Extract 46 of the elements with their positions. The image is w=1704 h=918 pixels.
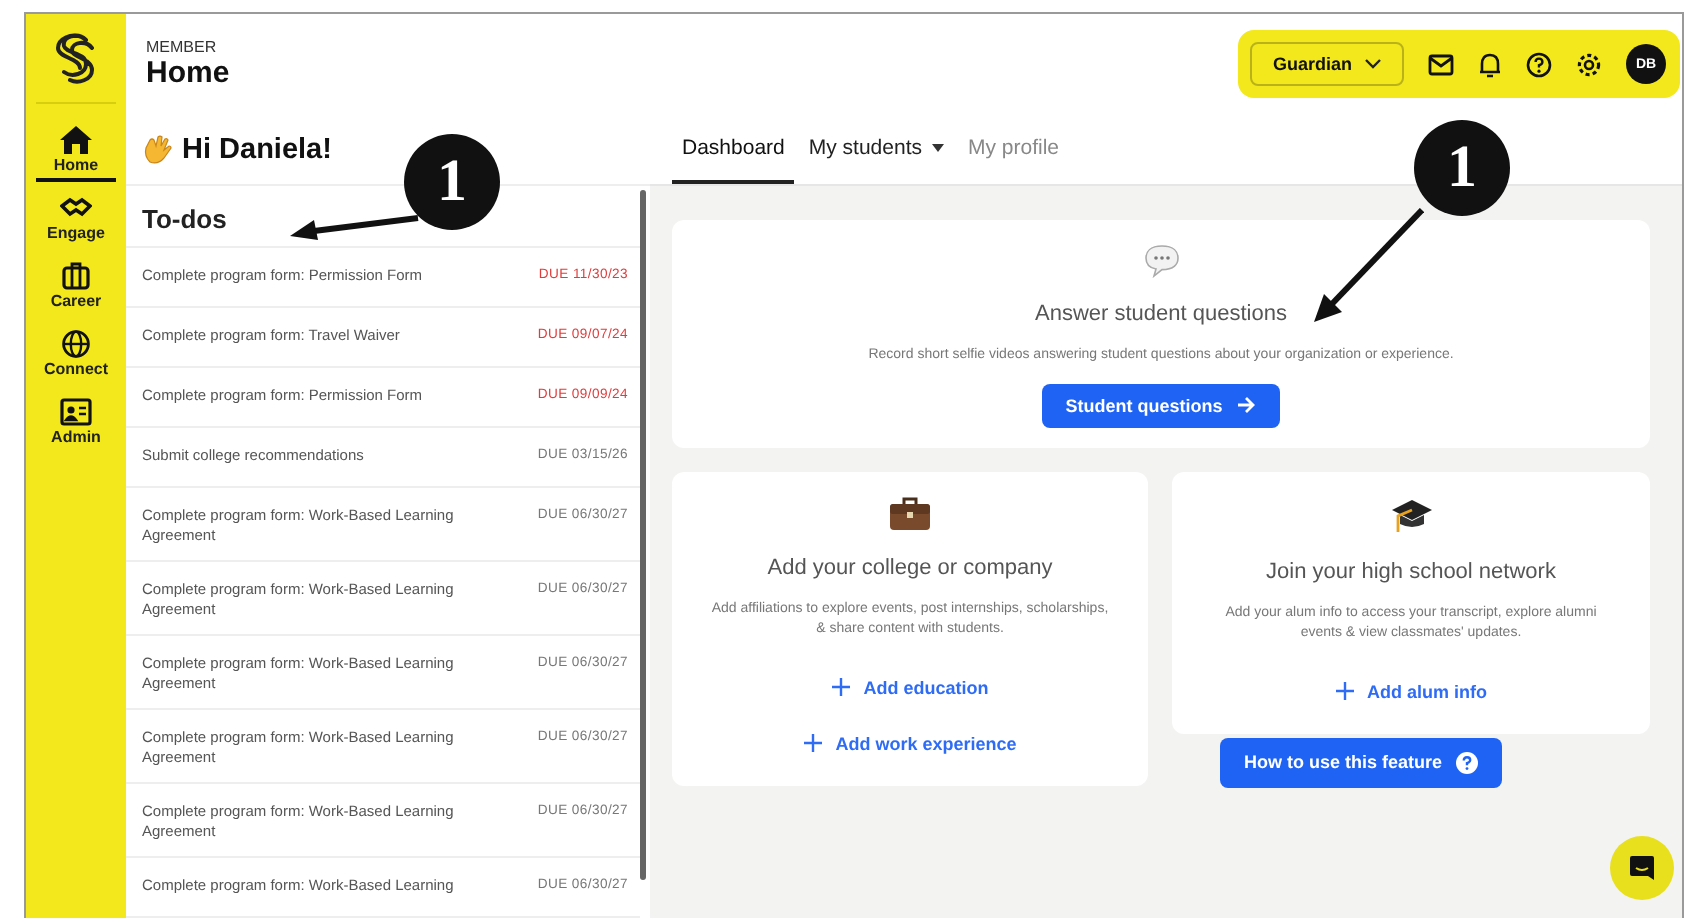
- mail-icon[interactable]: [1428, 53, 1454, 75]
- house-icon: [60, 126, 92, 154]
- add-link[interactable]: Add work experience: [803, 733, 1017, 753]
- settings-icon[interactable]: [1576, 51, 1602, 77]
- student-questions-button[interactable]: Student questions: [1041, 383, 1281, 427]
- caret-icon: [931, 144, 944, 152]
- add-link[interactable]: Add alum info: [1335, 681, 1487, 701]
- greeting-text: Hi Daniela!: [182, 133, 332, 165]
- handshake-icon: [60, 194, 92, 222]
- plus-icon: [831, 678, 850, 696]
- tab[interactable]: Dashboard: [672, 136, 795, 184]
- briefcase-icon: [60, 262, 92, 290]
- nav-item[interactable]: Connect: [36, 324, 116, 386]
- help-button[interactable]: How to use this feature: [1220, 737, 1503, 787]
- bell-icon[interactable]: [1478, 51, 1502, 77]
- chat-button[interactable]: [1610, 836, 1674, 900]
- help-icon[interactable]: [1526, 51, 1552, 77]
- role-dropdown[interactable]: Guardian: [1250, 42, 1404, 86]
- globe-icon: [60, 330, 92, 358]
- graduation-cap-icon: [1389, 495, 1433, 535]
- help-icon: [1456, 751, 1479, 773]
- arrow-right-icon: [1236, 396, 1257, 414]
- card-title: Answer student questions: [1035, 302, 1287, 326]
- scrollbar[interactable]: [640, 190, 646, 880]
- speech-bubble-icon: [1143, 244, 1179, 278]
- plus-icon: [803, 734, 822, 752]
- chevron-down-icon: [1364, 58, 1382, 70]
- page-title: Home: [146, 56, 230, 90]
- id-card-icon: [60, 398, 92, 426]
- chat-icon: [1628, 854, 1656, 882]
- add-link[interactable]: Add education: [831, 677, 989, 697]
- nav-item[interactable]: Admin: [36, 392, 116, 454]
- logo-icon[interactable]: [54, 32, 98, 84]
- nav-item[interactable]: Career: [36, 256, 116, 318]
- tab[interactable]: My students: [798, 136, 954, 184]
- nav-item[interactable]: Home: [36, 120, 116, 182]
- callout-arrow: [1312, 208, 1424, 324]
- nav-item[interactable]: Engage: [36, 188, 116, 250]
- tab[interactable]: My profile: [957, 136, 1069, 184]
- page-eyebrow: MEMBER: [146, 38, 219, 56]
- plus-icon: [1335, 682, 1353, 700]
- briefcase-icon: [888, 495, 932, 531]
- card-title: Join your high school network: [1266, 559, 1556, 583]
- waving-hand-icon: [142, 133, 174, 165]
- card-title: Add your college or company: [767, 555, 1053, 579]
- callout-arrow: [290, 214, 422, 242]
